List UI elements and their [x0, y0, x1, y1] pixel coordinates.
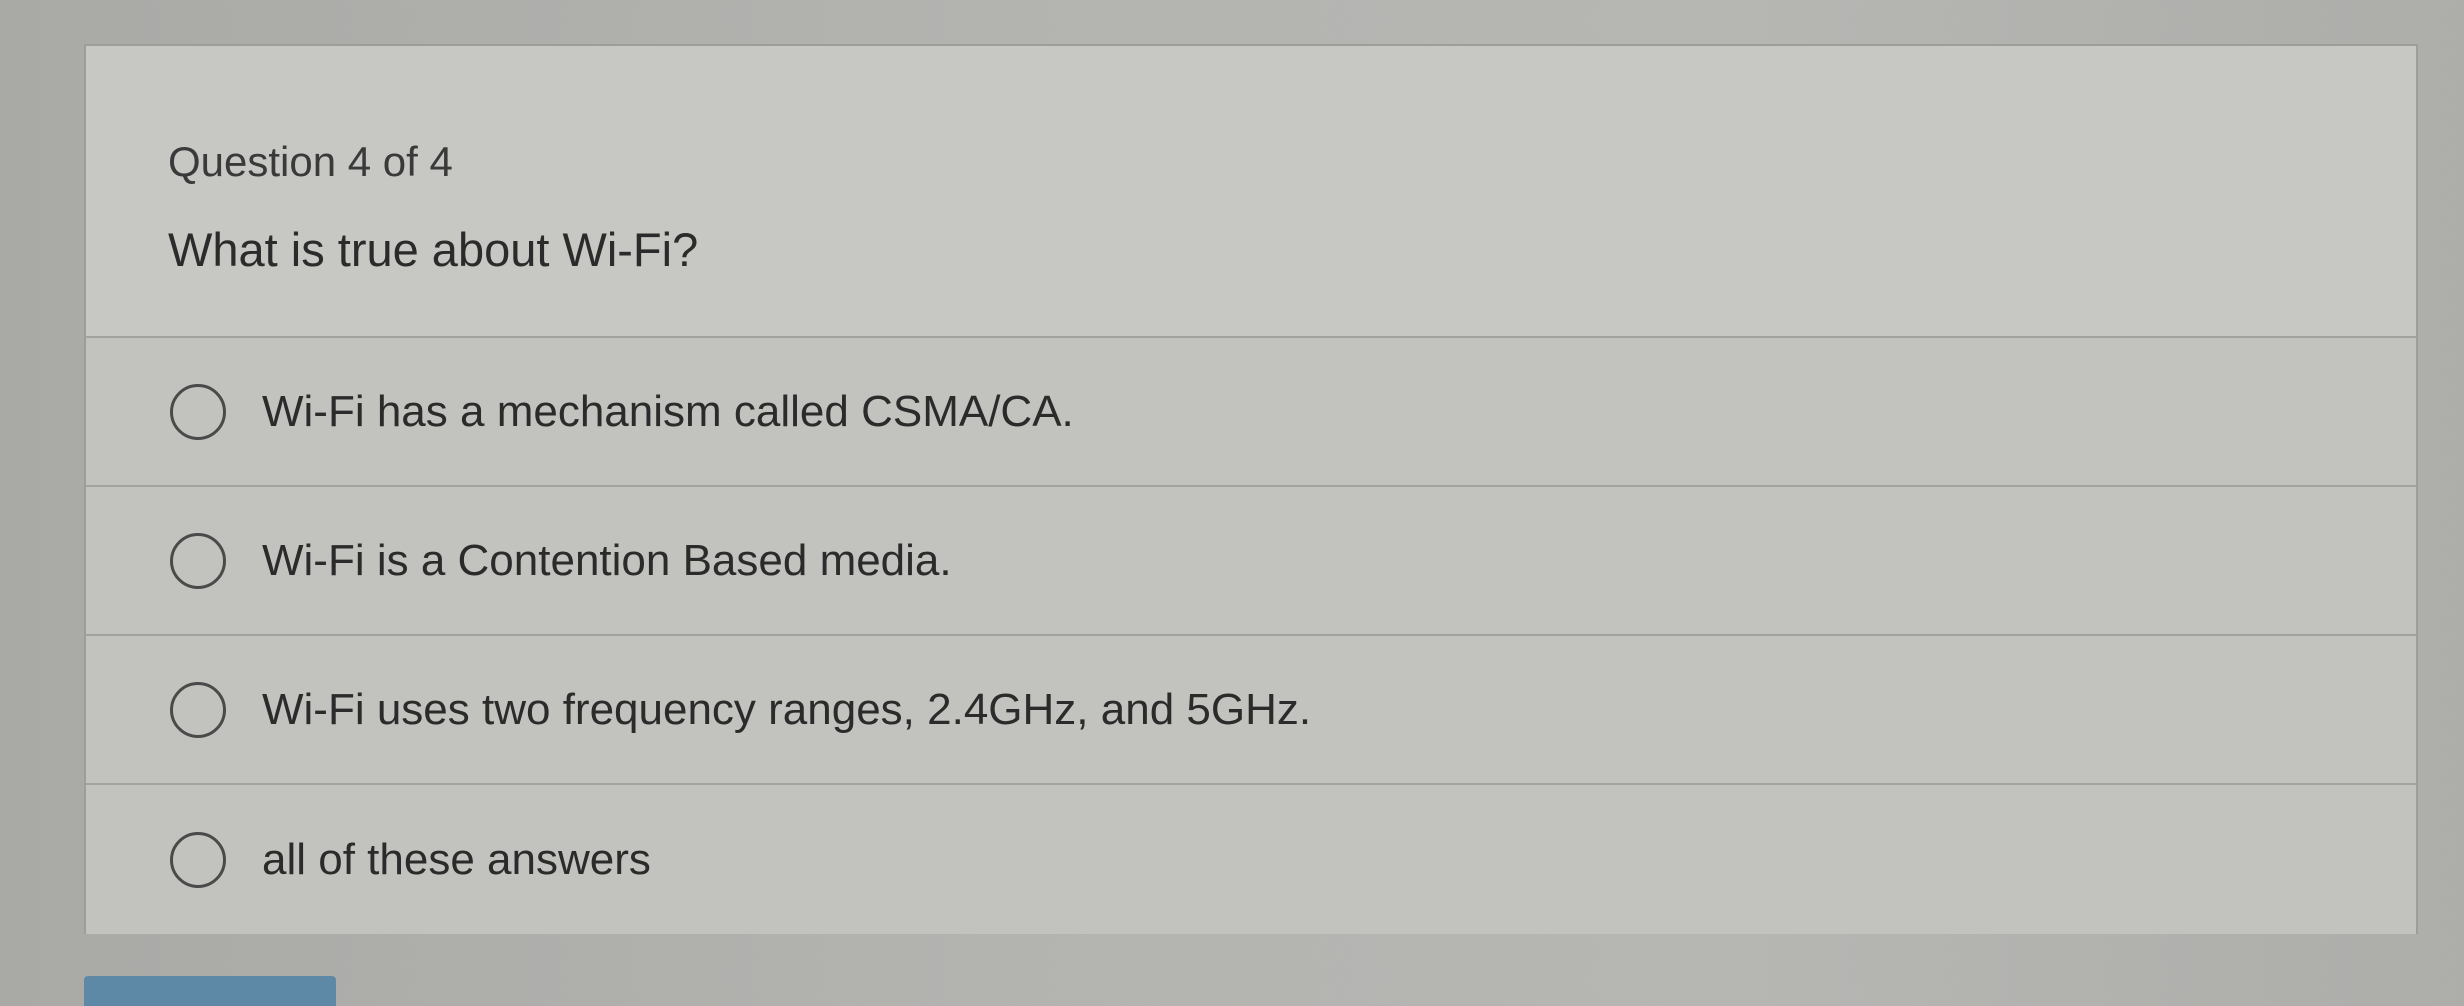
quiz-card: Question 4 of 4 What is true about Wi-Fi… [84, 44, 2418, 934]
question-header: Question 4 of 4 What is true about Wi-Fi… [86, 46, 2416, 338]
radio-button[interactable] [170, 831, 226, 888]
answer-label: all of these answers [262, 834, 651, 884]
answer-list: Wi-Fi has a mechanism called CSMA/CA. Wi… [86, 338, 2416, 934]
answer-label: Wi-Fi is a Contention Based media. [262, 535, 952, 585]
radio-button[interactable] [170, 532, 226, 589]
answer-option-2[interactable]: Wi-Fi is a Contention Based media. [86, 487, 2416, 636]
answer-option-4[interactable]: all of these answers [86, 785, 2416, 934]
question-counter: Question 4 of 4 [168, 138, 453, 185]
radio-button[interactable] [170, 383, 226, 440]
answer-label: Wi-Fi has a mechanism called CSMA/CA. [262, 386, 1074, 436]
answer-label: Wi-Fi uses two frequency ranges, 2.4GHz,… [262, 684, 1312, 734]
answer-option-1[interactable]: Wi-Fi has a mechanism called CSMA/CA. [86, 338, 2416, 487]
submit-button[interactable] [84, 976, 336, 1006]
answer-option-3[interactable]: Wi-Fi uses two frequency ranges, 2.4GHz,… [86, 636, 2416, 785]
radio-button[interactable] [170, 681, 226, 738]
question-text: What is true about Wi-Fi? [168, 223, 699, 276]
